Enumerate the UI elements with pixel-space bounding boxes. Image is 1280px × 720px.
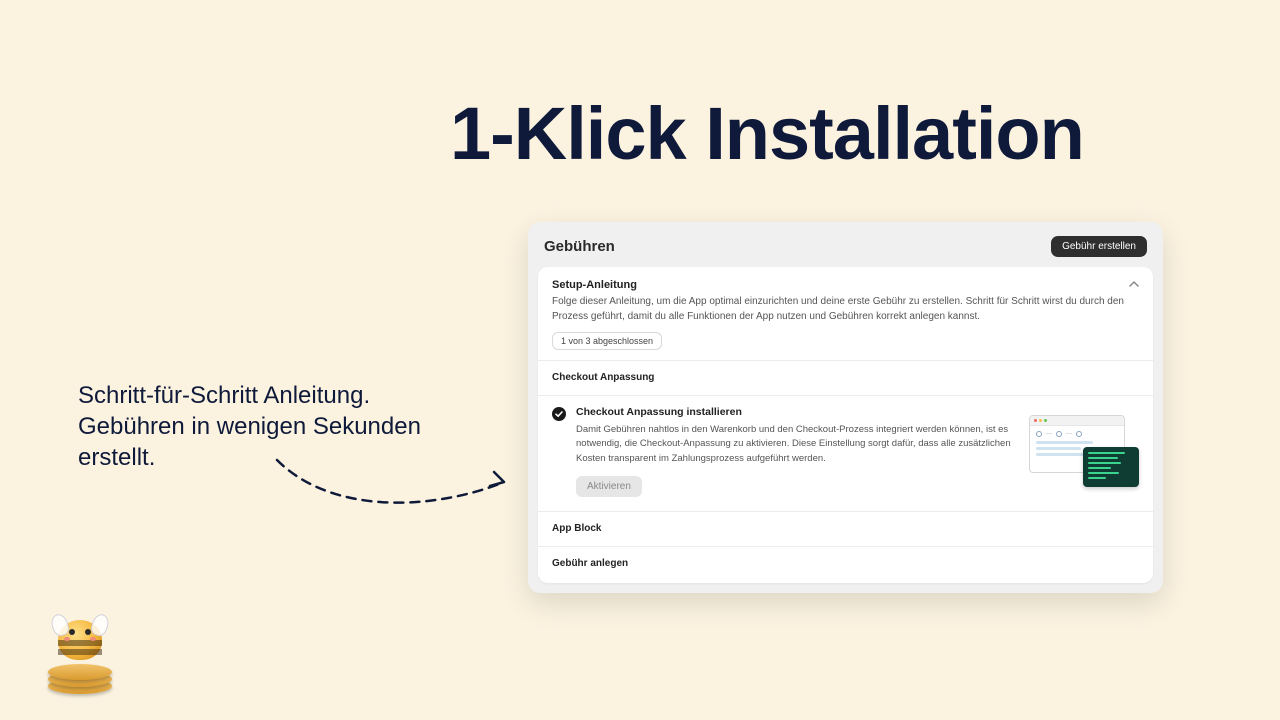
- chevron-up-icon: [1129, 279, 1139, 289]
- checkmark-circle-icon: [552, 407, 566, 421]
- page-headline: 1-Klick Installation: [450, 95, 1220, 173]
- section-label: App Block: [552, 523, 601, 534]
- card-header: Gebühren Gebühr erstellen: [528, 222, 1163, 267]
- step-status-icon: [552, 407, 566, 421]
- create-fee-button[interactable]: Gebühr erstellen: [1051, 236, 1147, 257]
- section-label: Checkout Anpassung: [552, 372, 654, 383]
- guide-title: Setup-Anleitung: [552, 279, 1139, 291]
- collapse-guide-button[interactable]: [1127, 277, 1141, 291]
- app-card: Gebühren Gebühr erstellen Setup-Anleitun…: [528, 222, 1163, 593]
- step-checkout-install: Checkout Anpassung installieren Damit Ge…: [538, 395, 1153, 511]
- bee-mascot-icon: [40, 614, 120, 694]
- step-title: Checkout Anpassung installieren: [576, 406, 1019, 418]
- step-description: Damit Gebühren nahtlos in den Warenkorb …: [576, 423, 1016, 466]
- illustration-terminal-window: [1083, 447, 1139, 487]
- guide-description: Folge dieser Anleitung, um die App optim…: [552, 295, 1139, 324]
- guide-header: Setup-Anleitung Folge dieser Anleitung, …: [538, 267, 1153, 360]
- page-subtext: Schritt-für-Schritt Anleitung. Gebühren …: [78, 380, 478, 474]
- setup-guide-panel: Setup-Anleitung Folge dieser Anleitung, …: [538, 267, 1153, 583]
- guide-progress-chip: 1 von 3 abgeschlossen: [552, 332, 662, 350]
- activate-button[interactable]: Aktivieren: [576, 476, 642, 497]
- guide-section-create-fee[interactable]: Gebühr anlegen: [538, 546, 1153, 583]
- section-label: Gebühr anlegen: [552, 558, 628, 569]
- step-illustration: — —: [1029, 415, 1139, 487]
- guide-section-checkout[interactable]: Checkout Anpassung: [538, 360, 1153, 395]
- card-title: Gebühren: [544, 238, 615, 255]
- guide-section-app-block[interactable]: App Block: [538, 511, 1153, 546]
